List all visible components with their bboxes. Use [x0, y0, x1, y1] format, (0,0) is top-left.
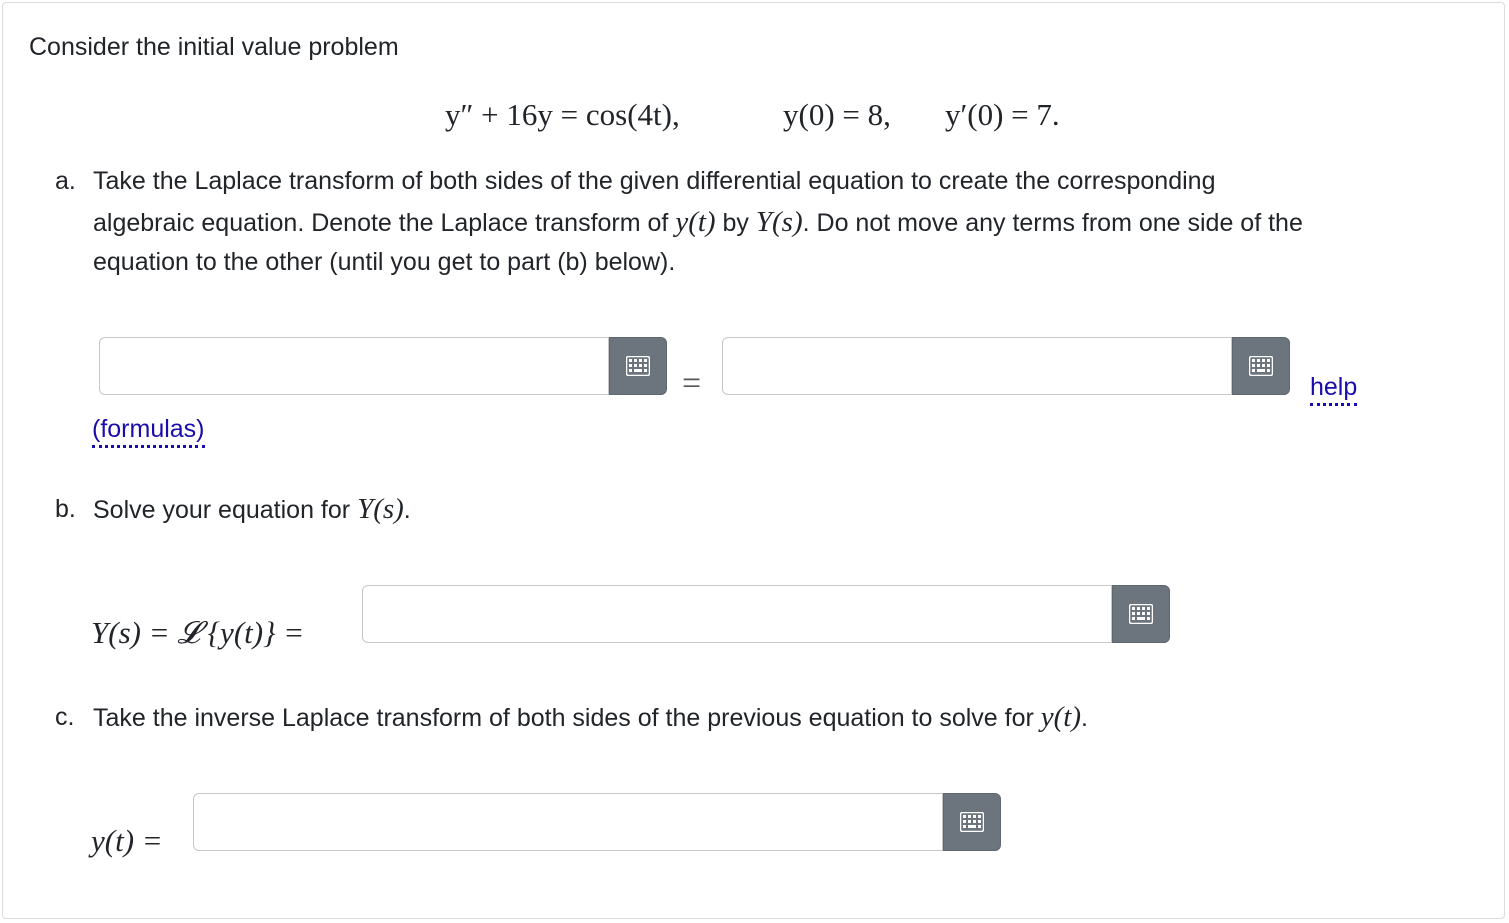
laplace-lhs-input[interactable]	[99, 337, 609, 395]
laplace-lhs-keyboard-button[interactable]	[609, 337, 667, 395]
part-a-line1: Take the Laplace transform of both sides…	[93, 167, 1216, 195]
initial-condition-1: y(0) = 8,	[783, 97, 891, 132]
part-c-text: Take the inverse Laplace transform of bo…	[93, 697, 1088, 738]
equals-sign: =	[682, 365, 702, 402]
formulas-link[interactable]: (formulas)	[92, 413, 205, 448]
part-c-marker: c.	[55, 703, 75, 731]
math-y-of-t: y(t)	[1040, 701, 1082, 733]
y-of-t-keyboard-button[interactable]	[943, 793, 1001, 851]
math-Y-of-s: Y(s)	[357, 493, 404, 525]
part-b-text-post: .	[403, 496, 411, 524]
y-of-t-input[interactable]	[193, 793, 943, 851]
part-b-answer-label: Y(s) = 𝓛 {y(t)} =	[91, 615, 305, 650]
Y-of-s-keyboard-button[interactable]	[1112, 585, 1170, 643]
part-b-text-pre: Solve your equation for	[93, 496, 351, 524]
part-a-marker: a.	[55, 167, 76, 195]
intro-text: Consider the initial value problem	[29, 33, 399, 61]
part-c-answer-label: y(t) =	[91, 823, 163, 858]
Y-of-s-input[interactable]	[362, 585, 1112, 643]
math-Y-of-s: Y(s)	[755, 206, 803, 238]
part-a-line2-mid: by	[722, 209, 749, 237]
keyboard-icon	[960, 812, 984, 832]
part-b-marker: b.	[55, 495, 76, 523]
help-link[interactable]: help	[1310, 371, 1358, 406]
keyboard-icon	[626, 356, 650, 376]
problem-panel: Consider the initial value problem y″ + …	[2, 2, 1505, 919]
initial-condition-2: y′(0) = 7.	[945, 97, 1060, 132]
math-y-of-t: y(t)	[675, 206, 716, 238]
laplace-rhs-keyboard-button[interactable]	[1232, 337, 1290, 395]
ode-equation: y″ + 16y = cos(4t),	[445, 97, 680, 132]
keyboard-icon	[1249, 356, 1273, 376]
keyboard-icon	[1129, 604, 1153, 624]
part-a-line2: algebraic equation. Denote the Laplace t…	[93, 202, 1303, 243]
laplace-rhs-input[interactable]	[722, 337, 1232, 395]
part-b-text: Solve your equation for Y(s).	[93, 489, 411, 530]
part-a-line2-post: . Do not move any terms from one side of…	[802, 209, 1303, 237]
part-c-text-pre: Take the inverse Laplace transform of bo…	[93, 704, 1034, 732]
part-a-line2-pre: algebraic equation. Denote the Laplace t…	[93, 209, 669, 237]
part-c-text-post: .	[1081, 704, 1088, 732]
part-a-line3: equation to the other (until you get to …	[93, 248, 676, 276]
